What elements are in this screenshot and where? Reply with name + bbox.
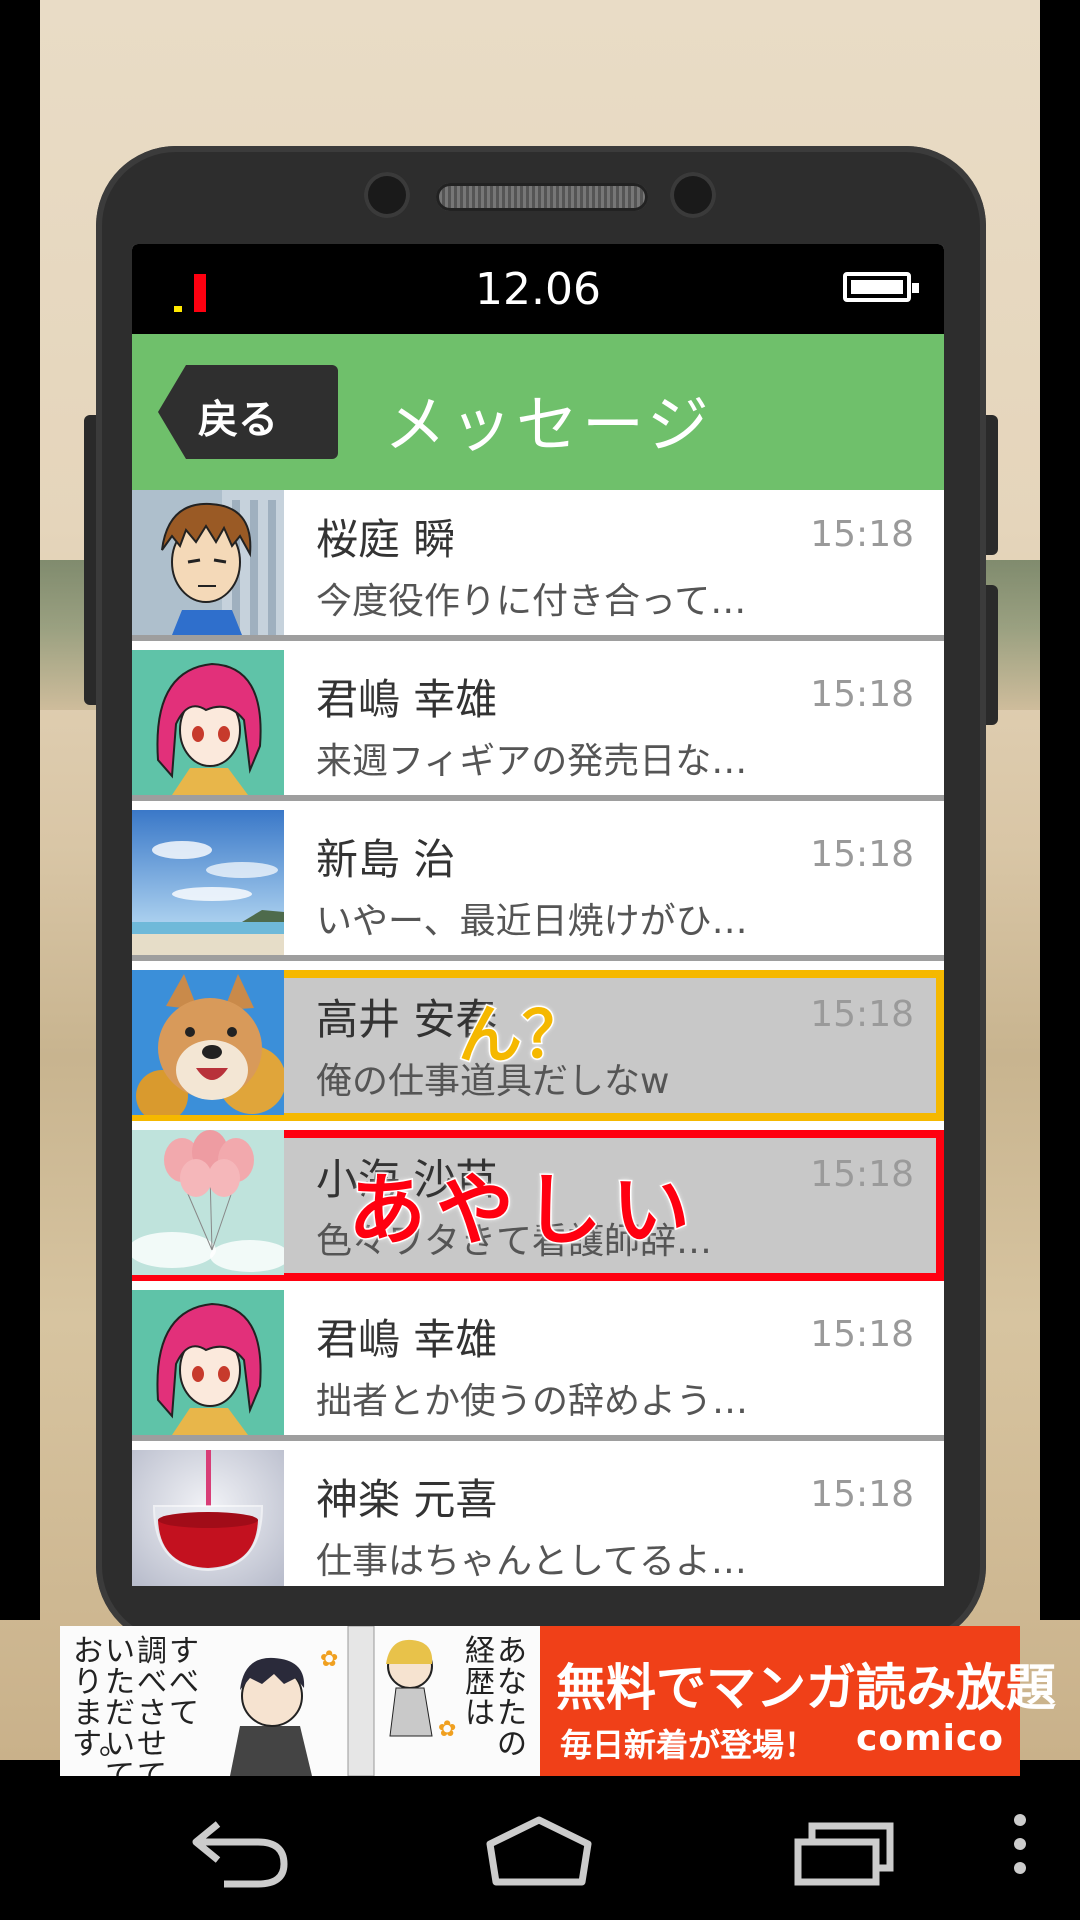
avatar-pink-hair-girl [132, 650, 284, 795]
ad-text-column: あなたの [497, 1634, 527, 1762]
letterbox-left [0, 0, 40, 1620]
message-preview: 仕事はちゃんとしてるよ… [316, 1541, 747, 1582]
stamp-suspicious-label: あやしい [346, 1165, 701, 1258]
message-preview: 今度役作りに付き合って… [316, 581, 747, 622]
ad-headline: 無料でマンガ読み放題 [556, 1659, 1056, 1717]
back-icon[interactable] [188, 1802, 298, 1892]
phone-camera [364, 172, 410, 218]
system-nav-bar [0, 1776, 1080, 1920]
letterbox-right [1040, 0, 1080, 1620]
home-icon[interactable] [484, 1802, 594, 1892]
contact-name: 君嶋 幸雄 [316, 675, 498, 724]
phone-sensor [670, 172, 716, 218]
menu-icon[interactable] [990, 1802, 1050, 1892]
contact-name: 新島 治 [316, 835, 456, 884]
ad-text-column: いただいて [105, 1634, 135, 1791]
message-row-flagged[interactable]: 高井 安春 15:18 俺の仕事道具だしなw ん？ [132, 970, 944, 1121]
ad-text-column: おります。 [72, 1634, 129, 1762]
ad-text-column: 調べさせて [137, 1634, 167, 1791]
message-preview: いやー、最近日焼けがひ… [316, 901, 748, 942]
message-time: 15:18 [810, 514, 914, 555]
contact-name: 神楽 元喜 [316, 1475, 498, 1524]
ad-text-column: すべて [169, 1634, 199, 1731]
ad-brand-logo: comico [856, 1718, 1004, 1759]
message-time: 15:18 [810, 1314, 914, 1355]
message-time: 15:18 [810, 994, 914, 1035]
ad-manga-panel: おります。 いただいて 調べさせて すべて ✿✿ 経歴は あなたの [60, 1626, 540, 1791]
message-row[interactable]: 君嶋 幸雄 15:18 来週フィギアの発売日な… [132, 650, 944, 801]
svg-text:✿: ✿ [438, 1717, 456, 1742]
svg-text:✿: ✿ [320, 1647, 338, 1672]
avatar-pink-balloons [132, 1130, 284, 1275]
ad-subheadline: 毎日新着が登場！ [560, 1726, 817, 1764]
ad-text-column: 経歴は [465, 1634, 495, 1731]
recent-apps-icon[interactable] [790, 1802, 900, 1892]
message-time: 15:18 [810, 834, 914, 875]
ad-cta-panel: 無料でマンガ読み放題 毎日新着が登場！ comico [540, 1626, 1056, 1776]
avatar-beach-sky [132, 810, 284, 955]
phone-side-button [984, 415, 998, 555]
ad-manga-illustration: ✿✿ [230, 1626, 456, 1776]
page-title: メッセージ [384, 388, 713, 461]
stamp-suspicion-mark: ん？ [457, 998, 588, 1075]
back-button[interactable]: 戻る [158, 365, 338, 459]
avatar-pink-hair-girl [132, 1290, 284, 1435]
ad-banner[interactable]: おります。 いただいて 調べさせて すべて ✿✿ 経歴は あなたの 無料でマンガ… [60, 1626, 1056, 1791]
status-bar: 12.06 [132, 244, 944, 334]
phone-screen: 12.06 戻る メッセージ 桜庭 瞬 15:18 今度役作りに付き合って… 君… [132, 244, 944, 1586]
message-row[interactable]: 桜庭 瞬 15:18 今度役作りに付き合って… [132, 490, 944, 641]
message-time: 15:18 [810, 1474, 914, 1515]
battery-icon [843, 272, 919, 302]
back-button-label: 戻る [198, 397, 278, 443]
message-time: 15:18 [810, 674, 914, 715]
contact-name: 君嶋 幸雄 [316, 1315, 498, 1364]
message-row[interactable]: 君嶋 幸雄 15:18 拙者とか使うの辞めよう… [132, 1290, 944, 1441]
message-row-flagged[interactable]: 小海 沙苗 15:18 色々ワタきて看護師辞… あやしい [132, 1130, 944, 1281]
message-row[interactable]: 新島 治 15:18 いやー、最近日焼けがひ… [132, 810, 944, 961]
avatar-red-wine-glass [132, 1450, 284, 1586]
app-header: 戻る メッセージ [132, 334, 944, 490]
avatar-brown-hair-man [132, 490, 284, 635]
message-preview: 来週フィギアの発売日な… [316, 741, 748, 782]
message-time: 15:18 [810, 1154, 914, 1195]
phone-speaker [436, 183, 648, 211]
message-row[interactable]: 神楽 元喜 15:18 仕事はちゃんとしてるよ… [132, 1450, 944, 1586]
contact-name: 桜庭 瞬 [316, 515, 456, 564]
status-clock: 12.06 [475, 264, 601, 315]
phone-side-button [984, 585, 998, 725]
avatar-shiba-dog [132, 970, 284, 1115]
message-preview: 拙者とか使うの辞めよう… [316, 1381, 749, 1422]
